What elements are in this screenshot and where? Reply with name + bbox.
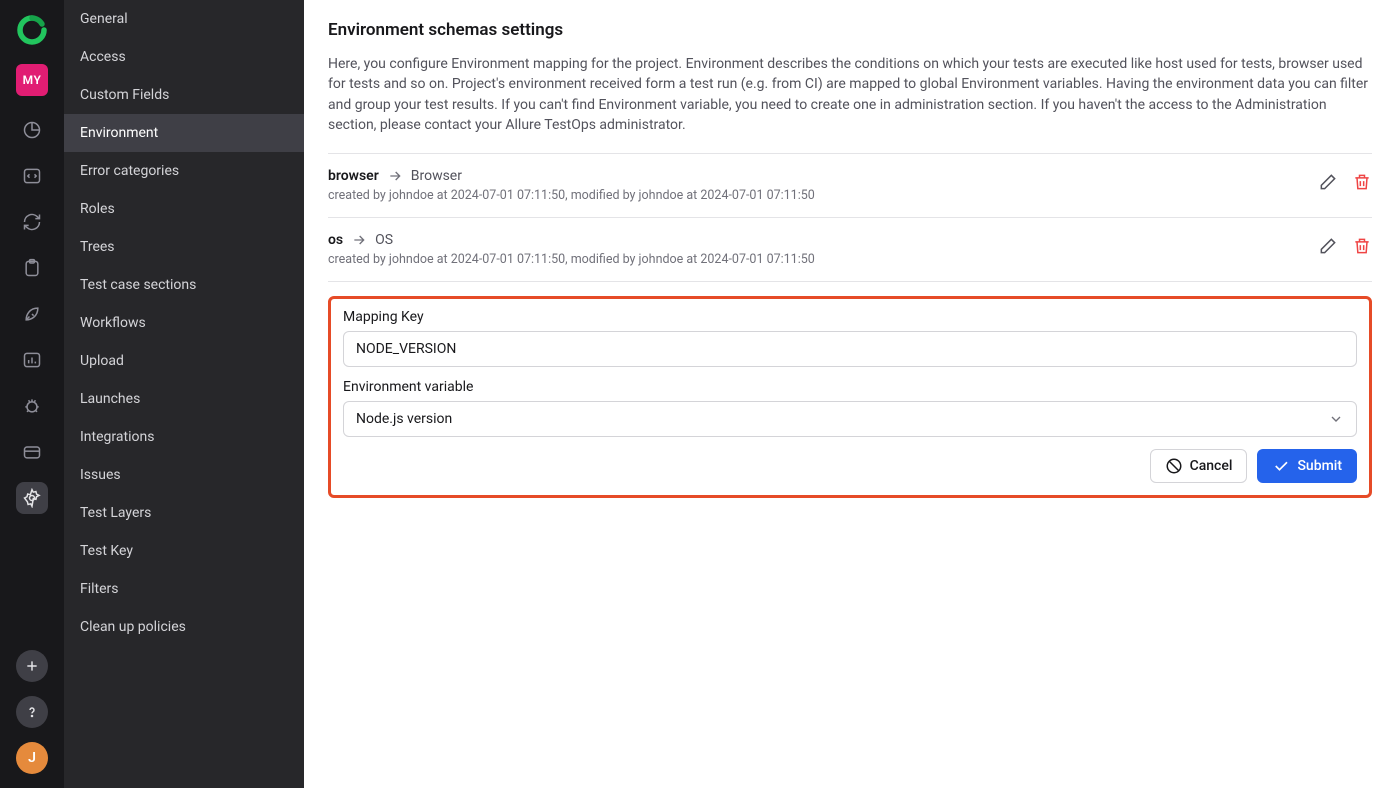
mapping-key-label: Mapping Key <box>343 309 1357 325</box>
rocket-icon[interactable] <box>16 298 48 330</box>
user-avatar[interactable]: J <box>16 742 48 774</box>
cancel-button[interactable]: Cancel <box>1150 449 1248 483</box>
sidebar-item-clean-up-policies[interactable]: Clean up policies <box>64 608 304 646</box>
page-description: Here, you configure Environment mapping … <box>328 54 1372 135</box>
mapping-row: browser Browser created by johndoe at 20… <box>328 154 1372 218</box>
sidebar-item-launches[interactable]: Launches <box>64 380 304 418</box>
check-icon <box>1272 457 1290 475</box>
sidebar-item-integrations[interactable]: Integrations <box>64 418 304 456</box>
mapping-key: browser <box>328 168 379 184</box>
env-var-select[interactable]: Node.js version <box>343 401 1357 437</box>
sidebar-item-test-key[interactable]: Test Key <box>64 532 304 570</box>
mapping-meta: created by johndoe at 2024-07-01 07:11:5… <box>328 188 1318 203</box>
sidebar-item-roles[interactable]: Roles <box>64 190 304 228</box>
help-icon[interactable] <box>16 696 48 728</box>
icon-rail: MY <box>0 0 64 788</box>
mapping-value: OS <box>375 232 393 248</box>
sidebar-item-environment[interactable]: Environment <box>64 114 304 152</box>
bar-chart-icon[interactable] <box>16 344 48 376</box>
bug-icon[interactable] <box>16 390 48 422</box>
clipboard-icon[interactable] <box>16 252 48 284</box>
submit-button-label: Submit <box>1297 458 1342 474</box>
card-icon[interactable] <box>16 436 48 468</box>
arrow-right-icon <box>351 232 367 248</box>
sidebar-item-access[interactable]: Access <box>64 38 304 76</box>
mapping-key: os <box>328 232 343 248</box>
delete-icon[interactable] <box>1352 236 1372 256</box>
app-logo[interactable] <box>16 14 48 46</box>
cancel-button-label: Cancel <box>1190 458 1233 474</box>
sidebar-item-filters[interactable]: Filters <box>64 570 304 608</box>
sidebar-item-test-layers[interactable]: Test Layers <box>64 494 304 532</box>
refresh-icon[interactable] <box>16 206 48 238</box>
code-icon[interactable] <box>16 160 48 192</box>
pie-chart-icon[interactable] <box>16 114 48 146</box>
add-icon[interactable] <box>16 650 48 682</box>
mapping-row: os OS created by johndoe at 2024-07-01 0… <box>328 218 1372 282</box>
cancel-icon <box>1165 457 1183 475</box>
edit-icon[interactable] <box>1318 236 1338 256</box>
mapping-form: Mapping Key Environment variable Node.js… <box>328 296 1372 498</box>
sidebar-item-upload[interactable]: Upload <box>64 342 304 380</box>
delete-icon[interactable] <box>1352 172 1372 192</box>
sidebar-item-workflows[interactable]: Workflows <box>64 304 304 342</box>
sidebar-item-issues[interactable]: Issues <box>64 456 304 494</box>
mapping-value: Browser <box>411 168 462 184</box>
sidebar-item-trees[interactable]: Trees <box>64 228 304 266</box>
sidebar-item-error-categories[interactable]: Error categories <box>64 152 304 190</box>
settings-sidebar: General Access Custom Fields Environment… <box>64 0 304 788</box>
env-var-label: Environment variable <box>343 379 1357 395</box>
mapping-meta: created by johndoe at 2024-07-01 07:11:5… <box>328 252 1318 267</box>
edit-icon[interactable] <box>1318 172 1338 192</box>
main-content: Environment schemas settings Here, you c… <box>304 0 1400 788</box>
arrow-right-icon <box>387 168 403 184</box>
project-badge[interactable]: MY <box>16 64 48 96</box>
sidebar-item-test-case-sections[interactable]: Test case sections <box>64 266 304 304</box>
sidebar-item-general[interactable]: General <box>64 0 304 38</box>
env-var-selected-value: Node.js version <box>356 411 452 427</box>
chevron-down-icon <box>1328 411 1344 427</box>
mapping-key-input[interactable] <box>343 331 1357 367</box>
page-title: Environment schemas settings <box>328 20 1372 40</box>
submit-button[interactable]: Submit <box>1257 449 1357 483</box>
sidebar-item-custom-fields[interactable]: Custom Fields <box>64 76 304 114</box>
settings-icon[interactable] <box>16 482 48 514</box>
